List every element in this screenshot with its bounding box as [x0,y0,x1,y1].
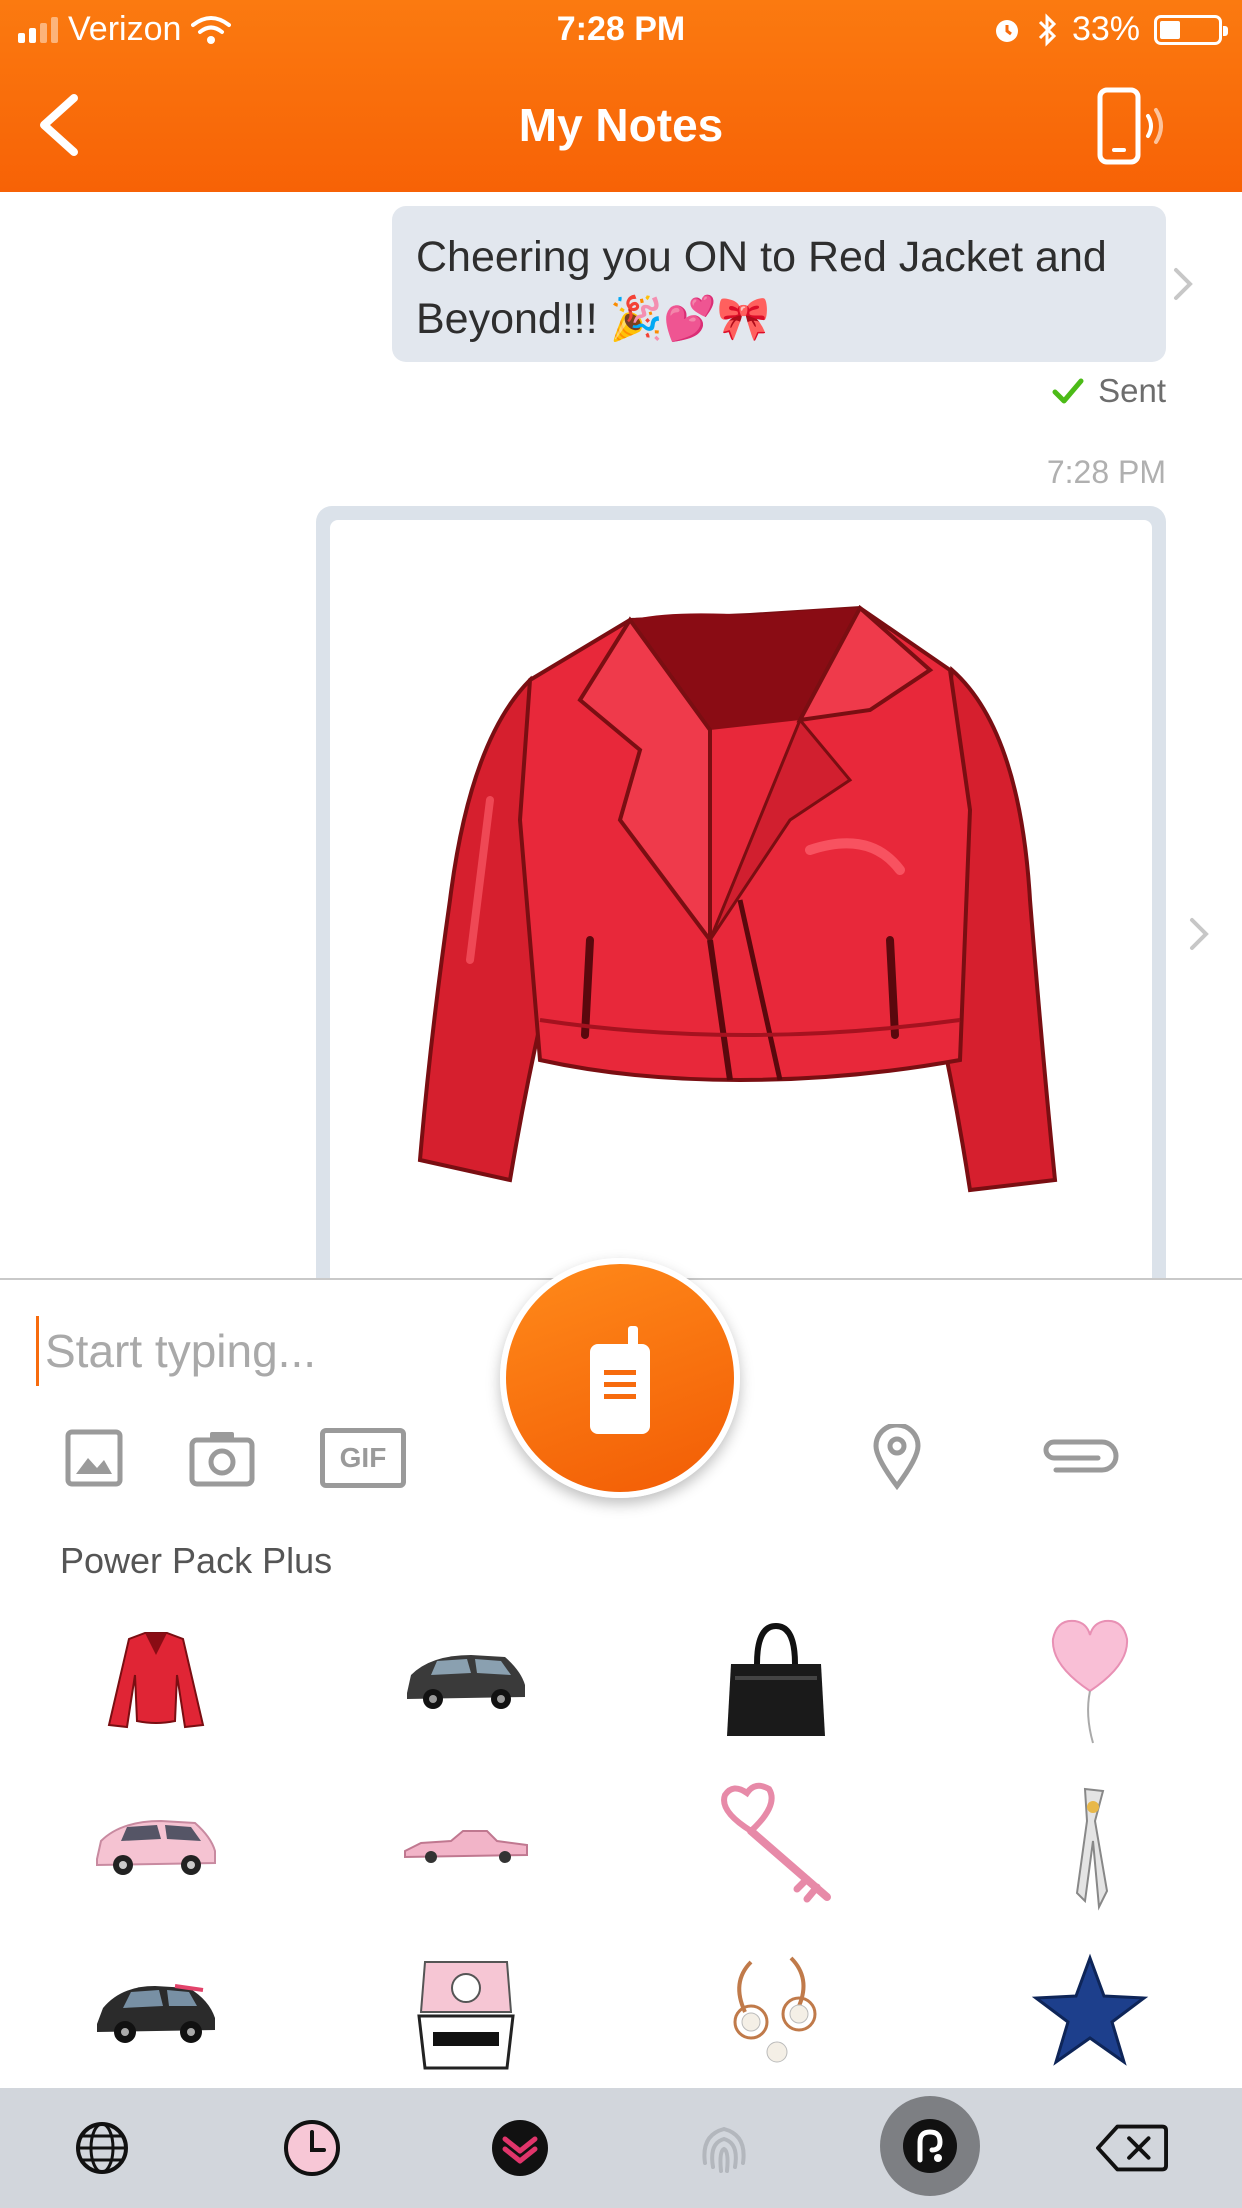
globe-icon [76,2122,128,2174]
paperclip-icon[interactable] [1036,1430,1120,1478]
sticker-black-mini-car[interactable] [76,1942,236,2082]
check-icon [1052,378,1084,404]
app-logo-button[interactable] [880,2096,980,2196]
pearl-earrings-sticker-icon [733,1956,817,2063]
sticker-gift-box[interactable] [386,1942,546,2082]
black-handbag-sticker-icon [727,1622,825,1736]
sticker-red-jacket[interactable] [76,1610,236,1750]
status-bar: Verizon 7:28 PM 33% [0,0,1242,62]
message-thread: Cheering you ON to Red Jacket and Beyond… [0,192,1242,1278]
sticker-image [330,520,1152,1278]
battery-percent: 33% [1071,10,1140,48]
walkie-talkie-button[interactable] [500,1258,740,1498]
sticker-section-title: Power Pack Plus [60,1540,333,1581]
gift-box-sticker-icon [417,1961,515,2070]
sticker-pink-heart-balloon[interactable] [1010,1610,1170,1750]
chevron-right-icon[interactable] [1184,914,1214,954]
sticker-message-card[interactable] [316,506,1166,1278]
black-suv-sticker-icon [407,1655,525,1709]
sticker-ribbon-pin[interactable] [1010,1776,1170,1916]
sticker-pink-heart-key[interactable] [696,1776,856,1916]
status-right: 33% [992,10,1228,49]
sticker-pack-icon [492,2120,548,2176]
keyboard-extension-bar [0,2088,1242,2208]
sticker-pack-button[interactable] [484,2112,556,2184]
camera-icon[interactable] [188,1428,256,1488]
fingerprint-icon [702,2126,746,2173]
image-icon[interactable] [64,1428,124,1488]
message-input[interactable] [36,1316,516,1386]
battery-icon [1154,14,1228,45]
red-jacket-image [417,604,1058,1193]
alarm-icon [995,19,1018,42]
sticker-grid [0,1610,1242,2090]
composer-panel: GIF Power Pack Plus [0,1258,1242,2090]
clock-icon [284,2120,340,2176]
chevron-right-icon[interactable] [1168,264,1198,304]
sticker-black-suv[interactable] [386,1610,546,1750]
red-jacket-sticker-icon [107,1632,205,1729]
pink-suv-sticker-icon [96,1819,216,1875]
walkie-talkie-icon [590,1326,650,1434]
sticker-blue-star[interactable] [1010,1942,1170,2082]
sticker-black-handbag[interactable] [696,1610,856,1750]
pink-heart-balloon-sticker-icon [1051,1619,1129,1744]
app-header: Verizon 7:28 PM 33% My Notes [0,0,1242,192]
message-bubble[interactable]: Cheering you ON to Red Jacket and Beyond… [392,206,1166,362]
app-logo-icon [903,2119,957,2173]
gif-button[interactable]: GIF [320,1428,406,1488]
sticker-pearl-earrings[interactable] [696,1942,856,2082]
black-mini-car-sticker-icon [97,1984,215,2043]
fingerprint-button[interactable] [688,2112,760,2184]
page-title: My Notes [518,99,724,151]
globe-button[interactable] [66,2112,138,2184]
backspace-button[interactable] [1096,2112,1168,2184]
sent-status: Sent [1052,372,1166,410]
sent-label: Sent [1098,372,1166,409]
sticker-pink-suv[interactable] [76,1776,236,1916]
pink-classic-car-sticker-icon [404,1830,528,1863]
backspace-icon [1096,2124,1168,2172]
blue-star-sticker-icon [1031,1953,1149,2066]
ribbon-pin-sticker-icon [1075,1787,1109,1911]
message-timestamp: 7:28 PM [1046,454,1166,490]
recent-button[interactable] [276,2112,348,2184]
gif-label: GIF [339,1442,387,1473]
phone-signal-icon[interactable] [1092,84,1172,170]
bluetooth-icon [1038,12,1057,47]
sticker-pink-classic-car[interactable] [386,1776,546,1916]
nav-bar: My Notes [0,62,1242,192]
message-text: Cheering you ON to Red Jacket and Beyond… [416,233,1107,343]
pink-heart-key-sticker-icon [721,1782,831,1903]
location-pin-icon[interactable] [872,1424,922,1490]
